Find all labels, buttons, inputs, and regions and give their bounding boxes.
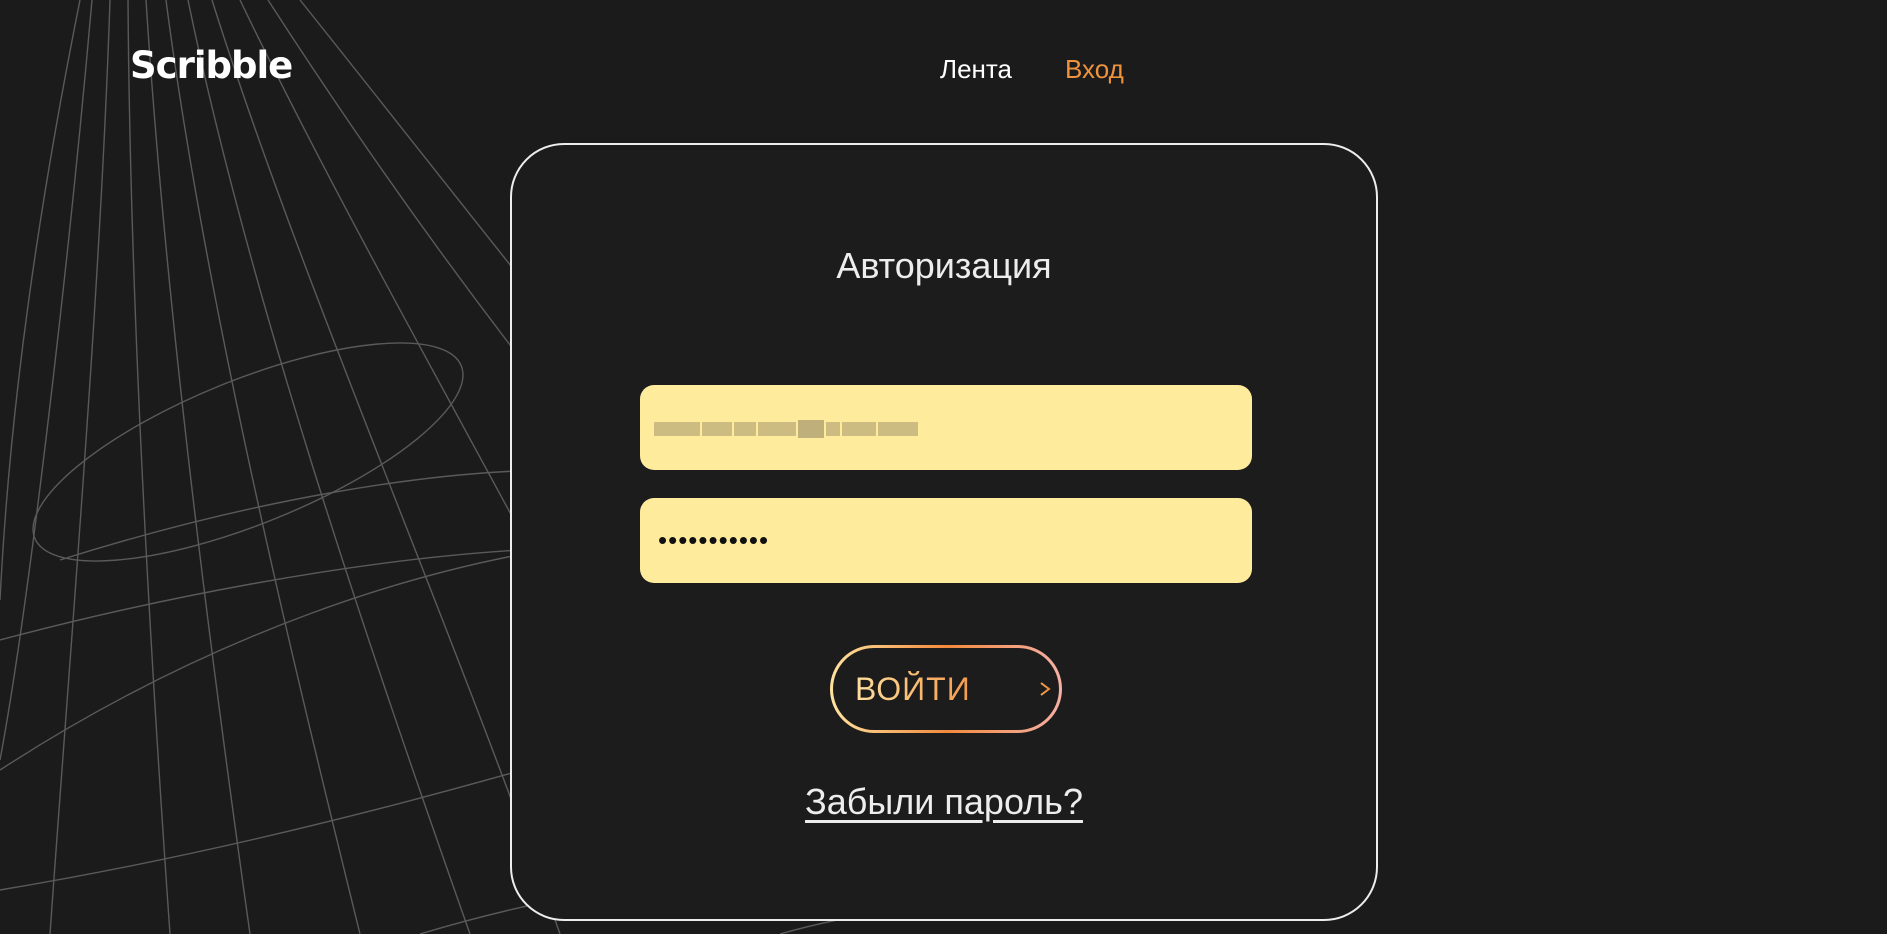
login-page: Scribble Лента Вход Авторизация ••••••••…: [0, 0, 1887, 934]
nav-link-login[interactable]: Вход: [1065, 54, 1124, 85]
login-button-label: ВОЙТИ: [855, 670, 971, 707]
password-value: •••••••••••: [658, 525, 770, 555]
email-value-redacted: [654, 419, 954, 439]
login-button[interactable]: ВОЙТИ: [830, 645, 1062, 733]
email-field[interactable]: [640, 385, 1252, 470]
password-field[interactable]: •••••••••••: [640, 498, 1252, 583]
top-nav: Лента Вход: [940, 54, 1124, 85]
nav-link-feed[interactable]: Лента: [940, 54, 1012, 85]
auth-card: Авторизация ••••••••••• ВОЙТИ Забыли пар…: [510, 143, 1378, 921]
logo[interactable]: Scribble: [130, 44, 293, 87]
card-title: Авторизация: [836, 245, 1052, 286]
forgot-password-link[interactable]: Забыли пароль?: [512, 781, 1376, 823]
arrow-right-icon: [998, 682, 1051, 696]
